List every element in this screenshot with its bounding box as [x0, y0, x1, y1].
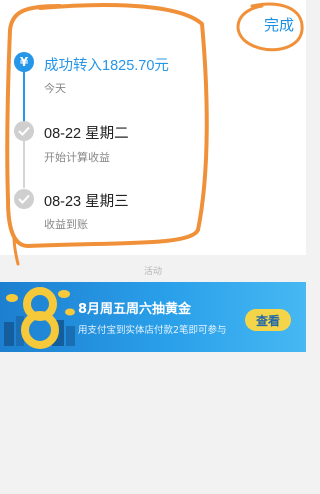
- banner-title: 8月周五周六抽黄金: [78, 302, 192, 317]
- yen-icon: ¥: [14, 52, 34, 72]
- step-subtitle-earnings-arrive: 收益到账: [44, 218, 88, 231]
- step-subtitle-start-earnings: 开始计算收益: [44, 151, 110, 164]
- timeline-connector-active: [23, 70, 25, 122]
- progress-timeline: ¥ 成功转入1825.70元 今天 08-22 星期二 开始计算收益 08-23…: [0, 0, 306, 255]
- promo-banner[interactable]: 8月周五周六抽黄金 用支付宝到实体店付款2笔即可参与 查看: [0, 282, 306, 352]
- banner-subtitle: 用支付宝到实体店付款2笔即可参与: [78, 325, 227, 336]
- view-button[interactable]: 查看: [245, 309, 291, 331]
- step-subtitle-transfer: 今天: [44, 82, 66, 95]
- section-label-activity: 活动: [143, 267, 162, 277]
- check-icon: [14, 189, 34, 209]
- transfer-status-panel: 完成 ¥ 成功转入1825.70元 今天 08-22 星期二 开始计算收益 08…: [0, 0, 306, 255]
- check-icon: [14, 121, 34, 141]
- gold-8-illustration: [4, 287, 75, 349]
- step-title-start-earnings: 08-22 星期二: [44, 126, 129, 142]
- timeline-connector-pending: [23, 140, 25, 188]
- step-title-earnings-arrive: 08-23 星期三: [44, 194, 129, 210]
- step-title-transfer: 成功转入1825.70元: [44, 58, 169, 74]
